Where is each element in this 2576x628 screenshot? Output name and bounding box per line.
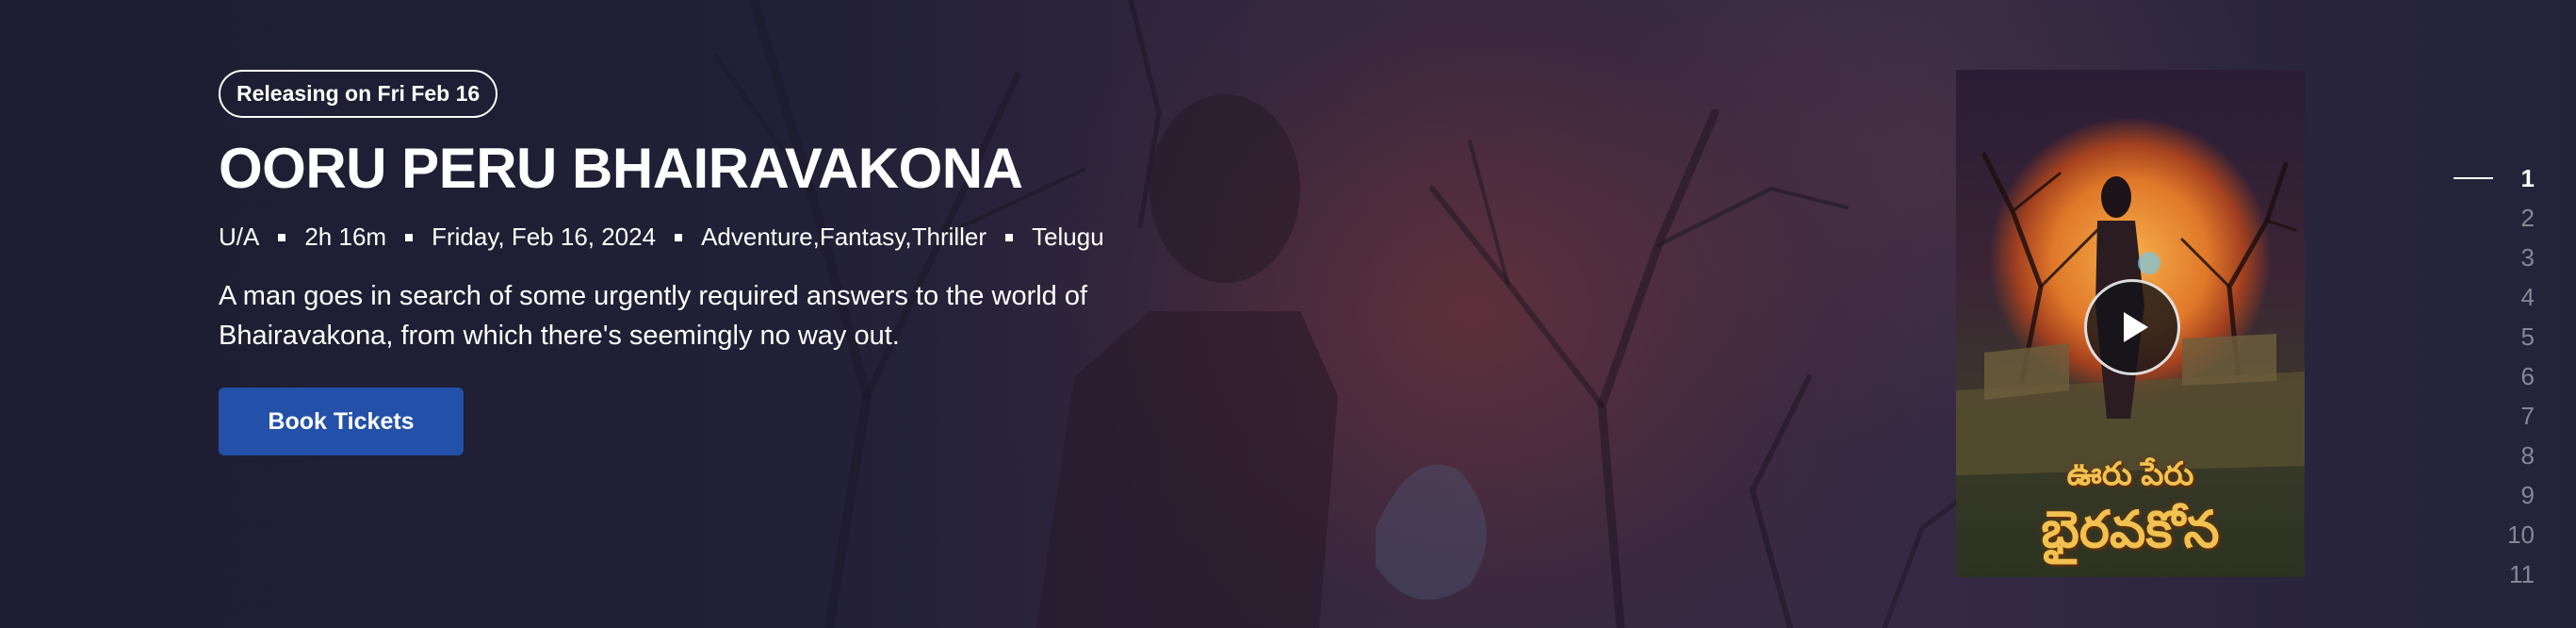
separator-dot <box>675 233 683 241</box>
page-indicator-4[interactable]: 4 <box>2365 277 2535 317</box>
page-indicator-7[interactable]: 7 <box>2365 396 2535 436</box>
separator-dot <box>405 233 414 241</box>
page-indicator-9[interactable]: 9 <box>2365 475 2535 515</box>
duration-label: 2h 16m <box>304 223 387 251</box>
release-badge: Releasing on Fri Feb 16 <box>219 70 498 118</box>
book-tickets-button[interactable]: Book Tickets <box>219 388 464 456</box>
page-indicator-1[interactable]: 1 <box>2365 158 2535 198</box>
movie-title: OORU PERU BHAIRAVAKONA <box>219 137 1023 200</box>
release-date-label: Friday, Feb 16, 2024 <box>432 223 657 251</box>
carousel-pagination: 1 2 3 4 5 6 7 8 9 10 11 <box>2365 158 2535 594</box>
separator-dot <box>1005 233 1014 241</box>
genres-label: Adventure,Fantasy,Thriller <box>701 223 987 251</box>
page-indicator-3[interactable]: 3 <box>2365 238 2535 277</box>
page-indicator-5[interactable]: 5 <box>2365 317 2535 356</box>
page-indicator-10[interactable]: 10 <box>2365 515 2535 554</box>
poster-title-line2: భైరవకోన <box>2041 502 2220 558</box>
page-indicator-8[interactable]: 8 <box>2365 436 2535 475</box>
separator-dot <box>278 233 286 241</box>
page-indicator-6[interactable]: 6 <box>2365 356 2535 396</box>
active-indicator-line <box>2454 177 2493 179</box>
rating-label: U/A <box>219 223 260 251</box>
play-trailer-button[interactable] <box>2084 279 2180 375</box>
play-icon <box>2123 312 2148 342</box>
movie-description: A man goes in search of some urgently re… <box>219 281 1088 352</box>
poster-title-line1: ఊరు పేరు <box>2066 456 2194 492</box>
movie-meta: U/A 2h 16m Friday, Feb 16, 2024 Adventur… <box>219 223 1255 252</box>
page-indicator-11[interactable]: 11 <box>2365 554 2535 594</box>
hero-content: Releasing on Fri Feb 16 OORU PERU BHAIRA… <box>219 70 1255 456</box>
poster-title: ఊరు పేరు భైరవకోన <box>1956 456 2305 572</box>
language-label: Telugu <box>1032 223 1104 251</box>
page-indicator-2[interactable]: 2 <box>2365 198 2535 238</box>
